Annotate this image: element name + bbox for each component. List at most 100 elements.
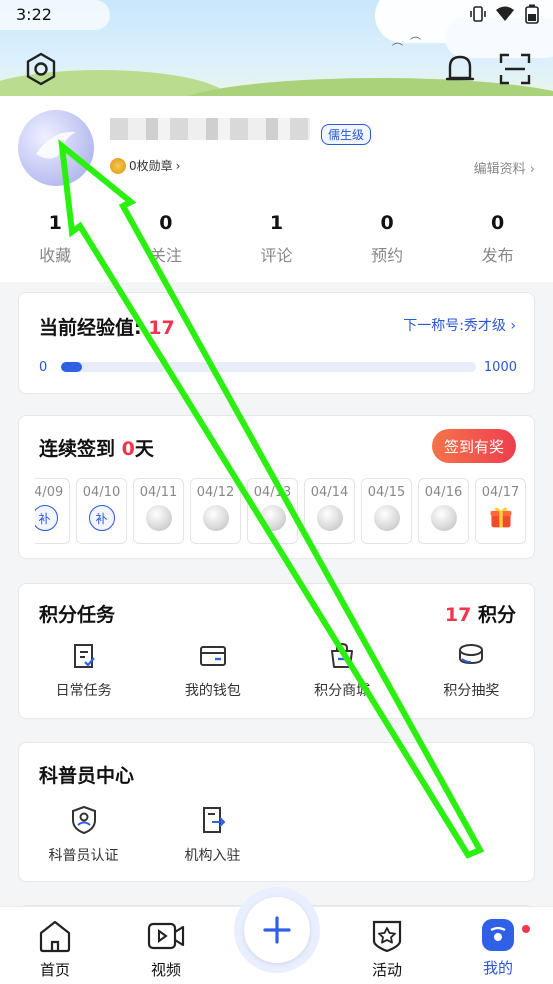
shield-user-icon bbox=[71, 805, 96, 835]
publish-button[interactable] bbox=[244, 897, 310, 963]
signin-title-suffix: 天 bbox=[134, 438, 154, 460]
settings-hexagon-icon bbox=[26, 52, 56, 86]
experience-progress: 0 1000 bbox=[39, 357, 517, 377]
stat-following[interactable]: 0 关注 bbox=[111, 212, 222, 266]
experience-value: 17 bbox=[148, 317, 175, 339]
experience-title: 当前经验值: 17 bbox=[39, 313, 175, 340]
day-date: 04/17 bbox=[481, 485, 520, 500]
notification-dot bbox=[522, 925, 530, 933]
stat-comments[interactable]: 1 评论 bbox=[221, 212, 332, 266]
points-lottery-label: 积分抽奖 bbox=[443, 683, 500, 699]
science-certify-button[interactable]: 科普员认证 bbox=[19, 805, 148, 865]
stat-published[interactable]: 0 发布 bbox=[442, 212, 553, 266]
stat-label: 评论 bbox=[260, 246, 293, 265]
shopping-bag-icon bbox=[331, 642, 354, 668]
stat-value: 0 bbox=[491, 212, 505, 234]
science-center-grid: 科普员认证 机构入驻 bbox=[19, 805, 536, 865]
scan-button[interactable] bbox=[496, 50, 534, 88]
nav-mine-label: 我的 bbox=[482, 959, 513, 977]
profile-stats: 1 收藏 0 关注 1 评论 0 预约 0 发布 bbox=[0, 212, 553, 266]
points-task-grid: 日常任务 我的钱包 积分商城 积分抽奖 bbox=[19, 642, 536, 700]
bird-icon: ⌒ bbox=[410, 36, 421, 49]
status-icons bbox=[469, 4, 541, 24]
day-date: 04/12 bbox=[196, 485, 235, 500]
edit-profile-link[interactable]: 编辑资料 › bbox=[474, 158, 535, 177]
daily-task-button[interactable]: 日常任务 bbox=[19, 642, 148, 700]
nav-video[interactable]: 视频 bbox=[131, 919, 201, 980]
calendar-day[interactable]: 04/10 补 bbox=[76, 478, 127, 544]
nav-activity-label: 活动 bbox=[371, 961, 402, 979]
daily-task-label: 日常任务 bbox=[55, 683, 112, 699]
experience-fill bbox=[61, 362, 82, 372]
activity-badge-icon bbox=[372, 920, 402, 953]
nav-home-label: 首页 bbox=[39, 961, 70, 979]
avatar-bird-icon bbox=[36, 131, 76, 159]
day-date: 04/11 bbox=[139, 485, 178, 500]
mine-icon bbox=[482, 919, 514, 951]
points-task-card: 积分任务 17 积分 日常任务 我的钱包 积分商城 积分抽奖 bbox=[18, 583, 535, 719]
institution-join-button[interactable]: 机构入驻 bbox=[148, 805, 277, 865]
points-total: 17 积分 bbox=[445, 600, 516, 627]
points-value: 17 bbox=[444, 604, 472, 626]
experience-title-label: 当前经验值: bbox=[39, 317, 142, 339]
bottom-nav: 首页 视频 活动 我的 bbox=[0, 887, 553, 984]
chevron-right-icon: › bbox=[175, 158, 181, 173]
signin-calendar[interactable]: 04/09 补 04/10 补 04/11 04/12 04/13 04/14 … bbox=[35, 478, 535, 546]
bird-icon: ⌒ bbox=[392, 42, 403, 55]
level-badge: 儒生级 bbox=[321, 124, 372, 145]
medal-count: 0枚勋章 bbox=[129, 159, 173, 173]
wallet-button[interactable]: 我的钱包 bbox=[148, 642, 277, 700]
battery-icon bbox=[525, 4, 539, 24]
makeup-signin-mark[interactable]: 补 bbox=[88, 505, 115, 531]
calendar-day[interactable]: 04/14 bbox=[304, 478, 355, 544]
makeup-signin-mark[interactable]: 补 bbox=[35, 505, 58, 531]
header-banner: ⌒ ⌒ 3:22 bbox=[0, 0, 553, 100]
stat-label: 收藏 bbox=[39, 246, 72, 265]
calendar-day[interactable]: 04/11 bbox=[133, 478, 184, 544]
coin-icon bbox=[259, 505, 286, 531]
signin-days: 0 bbox=[121, 438, 135, 460]
nav-home[interactable]: 首页 bbox=[20, 919, 90, 980]
wallet-label: 我的钱包 bbox=[184, 683, 241, 699]
stat-value: 0 bbox=[380, 212, 394, 234]
publish-button-ring bbox=[234, 887, 320, 973]
nav-activity[interactable]: 活动 bbox=[352, 919, 422, 980]
video-icon bbox=[147, 922, 185, 950]
calendar-day[interactable]: 04/13 bbox=[247, 478, 298, 544]
calendar-day[interactable]: 04/09 补 bbox=[35, 478, 70, 544]
daily-task-icon bbox=[73, 644, 95, 668]
calendar-day[interactable]: 04/12 bbox=[190, 478, 241, 544]
avatar[interactable] bbox=[18, 110, 94, 186]
stat-label: 发布 bbox=[481, 246, 514, 265]
calendar-day[interactable]: 04/17 bbox=[475, 478, 526, 544]
next-title-label: 下一称号:秀才级 bbox=[403, 318, 506, 334]
points-lottery-button[interactable]: 积分抽奖 bbox=[407, 642, 536, 700]
stat-reservations[interactable]: 0 预约 bbox=[332, 212, 443, 266]
notification-button[interactable] bbox=[441, 50, 479, 88]
stat-favorites[interactable]: 1 收藏 bbox=[0, 212, 111, 266]
day-date: 04/14 bbox=[310, 485, 349, 500]
calendar-day[interactable]: 04/16 bbox=[418, 478, 469, 544]
medal-link[interactable]: 0枚勋章 › bbox=[110, 157, 180, 174]
chevron-right-icon: › bbox=[510, 318, 516, 334]
settings-button[interactable] bbox=[22, 50, 60, 88]
calendar-day[interactable]: 04/15 bbox=[361, 478, 412, 544]
points-mall-button[interactable]: 积分商城 bbox=[278, 642, 407, 700]
science-certify-label: 科普员认证 bbox=[48, 848, 119, 864]
bell-icon bbox=[445, 55, 475, 81]
coin-icon bbox=[430, 505, 457, 531]
signin-title: 连续签到 0天 bbox=[39, 434, 154, 461]
experience-track bbox=[61, 362, 476, 372]
username-blurred bbox=[110, 118, 310, 140]
nav-video-label: 视频 bbox=[150, 961, 181, 979]
coin-icon bbox=[316, 505, 343, 531]
day-date: 04/16 bbox=[424, 485, 463, 500]
points-unit: 积分 bbox=[477, 604, 516, 626]
vibrate-icon bbox=[470, 6, 486, 22]
signin-reward-button[interactable]: 签到有奖 bbox=[431, 429, 516, 463]
status-time: 3:22 bbox=[16, 5, 52, 24]
gift-icon bbox=[490, 507, 511, 528]
experience-min: 0 bbox=[39, 359, 48, 375]
next-title-link[interactable]: 下一称号:秀才级 › bbox=[403, 315, 516, 335]
points-mall-label: 积分商城 bbox=[314, 683, 371, 699]
